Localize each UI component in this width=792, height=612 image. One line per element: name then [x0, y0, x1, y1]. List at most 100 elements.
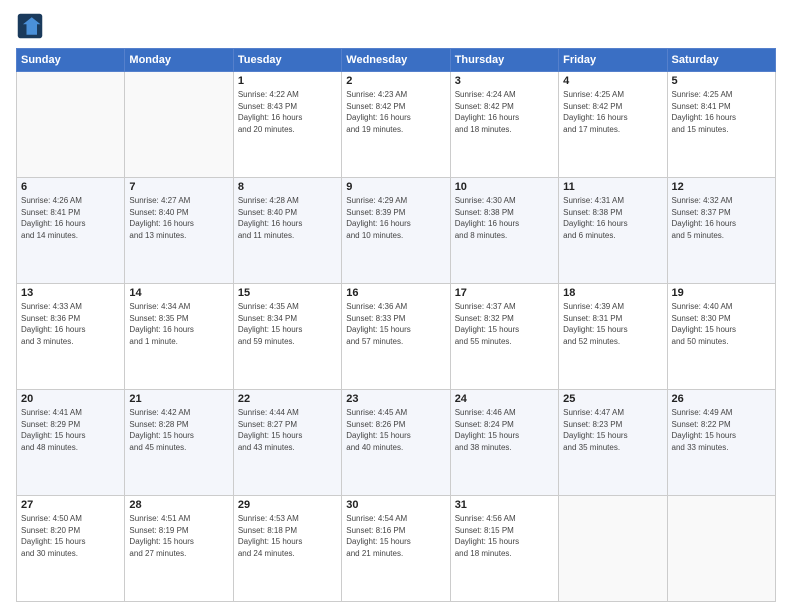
day-number: 22 [238, 393, 337, 405]
calendar-cell: 25 Sunrise: 4:47 AM Sunset: 8:23 PM Dayli… [559, 390, 667, 496]
day-info: Sunrise: 4:28 AM Sunset: 8:40 PM Dayligh… [238, 195, 337, 241]
day-info: Sunrise: 4:45 AM Sunset: 8:26 PM Dayligh… [346, 407, 445, 453]
col-header-saturday: Saturday [667, 49, 775, 72]
day-number: 14 [129, 287, 228, 299]
calendar-cell: 22Sunrise: 4:44 AM Sunset: 8:27 PM Dayli… [233, 390, 341, 496]
calendar-cell: 8 Sunrise: 4:28 AM Sunset: 8:40 PM Daylig… [233, 178, 341, 284]
calendar-cell: 13 Sunrise: 4:33 AM Sunset: 8:36 PM Dayli… [17, 284, 125, 390]
day-info: Sunrise: 4:53 AM Sunset: 8:18 PM Dayligh… [238, 513, 337, 559]
calendar-cell: 27 Sunrise: 4:50 AM Sunset: 8:20 PM Dayli… [17, 496, 125, 602]
calendar-cell: 6 Sunrise: 4:26 AM Sunset: 8:41 PM Daylig… [17, 178, 125, 284]
calendar-cell: 11Sunrise: 4:31 AM Sunset: 8:38 PM Dayli… [559, 178, 667, 284]
calendar-cell [125, 72, 233, 178]
calendar-cell: 16 Sunrise: 4:36 AM Sunset: 8:33 PM Dayli… [342, 284, 450, 390]
calendar-cell: 20 Sunrise: 4:41 AM Sunset: 8:29 PM Dayli… [17, 390, 125, 496]
calendar-cell: 4 Sunrise: 4:25 AM Sunset: 8:42 PM Daylig… [559, 72, 667, 178]
day-info: Sunrise: 4:35 AM Sunset: 8:34 PM Dayligh… [238, 301, 337, 347]
day-info: Sunrise: 4:23 AM Sunset: 8:42 PM Dayligh… [346, 89, 445, 135]
day-info: Sunrise: 4:36 AM Sunset: 8:33 PM Dayligh… [346, 301, 445, 347]
day-info: Sunrise: 4:22 AM Sunset: 8:43 PM Dayligh… [238, 89, 337, 135]
calendar-week-row: 13 Sunrise: 4:33 AM Sunset: 8:36 PM Dayli… [17, 284, 776, 390]
day-number: 10 [455, 181, 554, 193]
day-number: 5 [672, 75, 771, 87]
calendar: SundayMondayTuesdayWednesdayThursdayFrid… [16, 48, 776, 602]
day-number: 2 [346, 75, 445, 87]
day-number: 29 [238, 499, 337, 511]
day-info: Sunrise: 4:50 AM Sunset: 8:20 PM Dayligh… [21, 513, 120, 559]
calendar-cell: 1 Sunrise: 4:22 AM Sunset: 8:43 PM Daylig… [233, 72, 341, 178]
calendar-cell: 3Sunrise: 4:24 AM Sunset: 8:42 PM Daylig… [450, 72, 558, 178]
day-number: 26 [672, 393, 771, 405]
day-number: 31 [455, 499, 554, 511]
calendar-cell: 17 Sunrise: 4:37 AM Sunset: 8:32 PM Dayli… [450, 284, 558, 390]
day-number: 25 [563, 393, 662, 405]
calendar-cell: 9Sunrise: 4:29 AM Sunset: 8:39 PM Daylig… [342, 178, 450, 284]
day-info: Sunrise: 4:40 AM Sunset: 8:30 PM Dayligh… [672, 301, 771, 347]
day-info: Sunrise: 4:30 AM Sunset: 8:38 PM Dayligh… [455, 195, 554, 241]
day-info: Sunrise: 4:51 AM Sunset: 8:19 PM Dayligh… [129, 513, 228, 559]
calendar-cell: 23 Sunrise: 4:45 AM Sunset: 8:26 PM Dayli… [342, 390, 450, 496]
day-info: Sunrise: 4:42 AM Sunset: 8:28 PM Dayligh… [129, 407, 228, 453]
calendar-cell: 2 Sunrise: 4:23 AM Sunset: 8:42 PM Daylig… [342, 72, 450, 178]
calendar-cell: 10 Sunrise: 4:30 AM Sunset: 8:38 PM Dayli… [450, 178, 558, 284]
day-info: Sunrise: 4:25 AM Sunset: 8:42 PM Dayligh… [563, 89, 662, 135]
calendar-cell: 26Sunrise: 4:49 AM Sunset: 8:22 PM Dayli… [667, 390, 775, 496]
day-info: Sunrise: 4:31 AM Sunset: 8:38 PM Dayligh… [563, 195, 662, 241]
day-info: Sunrise: 4:34 AM Sunset: 8:35 PM Dayligh… [129, 301, 228, 347]
calendar-cell: 28 Sunrise: 4:51 AM Sunset: 8:19 PM Dayli… [125, 496, 233, 602]
header [16, 12, 776, 40]
day-info: Sunrise: 4:33 AM Sunset: 8:36 PM Dayligh… [21, 301, 120, 347]
day-info: Sunrise: 4:56 AM Sunset: 8:15 PM Dayligh… [455, 513, 554, 559]
calendar-cell: 5Sunrise: 4:25 AM Sunset: 8:41 PM Daylig… [667, 72, 775, 178]
day-number: 16 [346, 287, 445, 299]
calendar-cell [17, 72, 125, 178]
col-header-friday: Friday [559, 49, 667, 72]
calendar-cell: 19 Sunrise: 4:40 AM Sunset: 8:30 PM Dayli… [667, 284, 775, 390]
day-number: 20 [21, 393, 120, 405]
day-number: 13 [21, 287, 120, 299]
calendar-week-row: 27 Sunrise: 4:50 AM Sunset: 8:20 PM Dayli… [17, 496, 776, 602]
calendar-cell: 14 Sunrise: 4:34 AM Sunset: 8:35 PM Dayli… [125, 284, 233, 390]
calendar-week-row: 6 Sunrise: 4:26 AM Sunset: 8:41 PM Daylig… [17, 178, 776, 284]
logo [16, 12, 48, 40]
day-number: 4 [563, 75, 662, 87]
day-number: 28 [129, 499, 228, 511]
day-number: 19 [672, 287, 771, 299]
calendar-cell: 31 Sunrise: 4:56 AM Sunset: 8:15 PM Dayli… [450, 496, 558, 602]
day-number: 12 [672, 181, 771, 193]
logo-icon [16, 12, 44, 40]
day-info: Sunrise: 4:47 AM Sunset: 8:23 PM Dayligh… [563, 407, 662, 453]
calendar-cell [667, 496, 775, 602]
day-info: Sunrise: 4:54 AM Sunset: 8:16 PM Dayligh… [346, 513, 445, 559]
calendar-header-row: SundayMondayTuesdayWednesdayThursdayFrid… [17, 49, 776, 72]
day-number: 7 [129, 181, 228, 193]
day-info: Sunrise: 4:37 AM Sunset: 8:32 PM Dayligh… [455, 301, 554, 347]
day-info: Sunrise: 4:26 AM Sunset: 8:41 PM Dayligh… [21, 195, 120, 241]
day-number: 30 [346, 499, 445, 511]
day-info: Sunrise: 4:27 AM Sunset: 8:40 PM Dayligh… [129, 195, 228, 241]
day-number: 18 [563, 287, 662, 299]
calendar-cell: 12Sunrise: 4:32 AM Sunset: 8:37 PM Dayli… [667, 178, 775, 284]
day-number: 1 [238, 75, 337, 87]
calendar-cell: 29 Sunrise: 4:53 AM Sunset: 8:18 PM Dayli… [233, 496, 341, 602]
col-header-tuesday: Tuesday [233, 49, 341, 72]
day-info: Sunrise: 4:39 AM Sunset: 8:31 PM Dayligh… [563, 301, 662, 347]
col-header-monday: Monday [125, 49, 233, 72]
day-number: 23 [346, 393, 445, 405]
page: SundayMondayTuesdayWednesdayThursdayFrid… [0, 0, 792, 612]
day-number: 24 [455, 393, 554, 405]
day-number: 27 [21, 499, 120, 511]
day-number: 21 [129, 393, 228, 405]
calendar-week-row: 1 Sunrise: 4:22 AM Sunset: 8:43 PM Daylig… [17, 72, 776, 178]
col-header-wednesday: Wednesday [342, 49, 450, 72]
day-number: 6 [21, 181, 120, 193]
calendar-cell: 30 Sunrise: 4:54 AM Sunset: 8:16 PM Dayli… [342, 496, 450, 602]
col-header-sunday: Sunday [17, 49, 125, 72]
day-info: Sunrise: 4:41 AM Sunset: 8:29 PM Dayligh… [21, 407, 120, 453]
calendar-cell: 21 Sunrise: 4:42 AM Sunset: 8:28 PM Dayli… [125, 390, 233, 496]
calendar-cell: 18 Sunrise: 4:39 AM Sunset: 8:31 PM Dayli… [559, 284, 667, 390]
day-number: 17 [455, 287, 554, 299]
calendar-cell: 24Sunrise: 4:46 AM Sunset: 8:24 PM Dayli… [450, 390, 558, 496]
calendar-cell: 7 Sunrise: 4:27 AM Sunset: 8:40 PM Daylig… [125, 178, 233, 284]
day-number: 8 [238, 181, 337, 193]
